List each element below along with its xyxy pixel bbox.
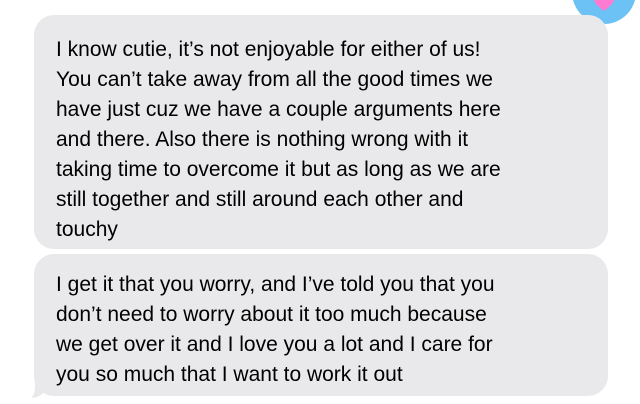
message-line: and there. Also there is nothing wrong w…: [56, 128, 469, 151]
message-line: still together and still around each oth…: [56, 188, 464, 211]
message-line: taking time to overcome it but as long a…: [56, 158, 501, 181]
heart-icon: [594, 0, 614, 11]
message-line: have just cuz we have a couple arguments…: [56, 98, 501, 121]
message-line: I get it that you worry, and I’ve told y…: [56, 273, 495, 296]
message-line: don’t need to worry about it too much be…: [56, 303, 487, 326]
message-line: you so much that I want to work it out: [56, 363, 403, 386]
message-line: You can’t take away from all the good ti…: [56, 68, 493, 91]
incoming-message-bubble[interactable]: I get it that you worry, and I’ve told y…: [34, 254, 608, 396]
message-line: I know cutie, it’s not enjoyable for eit…: [56, 38, 481, 61]
message-thread: I know cutie, it’s not enjoyable for eit…: [0, 0, 640, 404]
message-line: we get over it and I love you a lot and …: [56, 333, 493, 356]
incoming-message-bubble[interactable]: I know cutie, it’s not enjoyable for eit…: [34, 15, 608, 249]
message-line: touchy: [56, 218, 118, 241]
bubble-tail-mask: [17, 378, 35, 402]
